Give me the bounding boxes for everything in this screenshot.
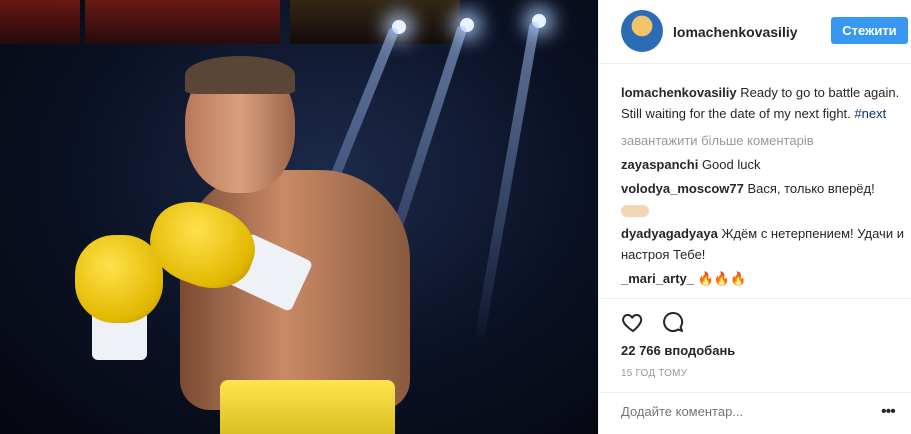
- comment-item: zayaspanchi Good luck: [621, 154, 906, 175]
- yellow-shorts: [220, 380, 395, 434]
- comment-username[interactable]: zayaspanchi: [621, 157, 698, 172]
- comment-username[interactable]: dyadyagadyaya: [621, 226, 718, 241]
- light-beam: [474, 21, 540, 339]
- arena-banner: [290, 0, 460, 44]
- post-timestamp[interactable]: 15 ГОД ТОМУ: [621, 368, 687, 379]
- yellow-glove: [75, 235, 163, 323]
- follow-button[interactable]: Стежити: [831, 17, 908, 44]
- avatar[interactable]: [621, 10, 663, 52]
- post-caption: lomachenkovasiliy Ready to go to battle …: [621, 82, 906, 124]
- comment-username[interactable]: volodya_moscow77: [621, 181, 744, 196]
- comment-username[interactable]: _mari_arty_: [621, 271, 694, 286]
- add-comment-divider: [599, 392, 911, 393]
- comment-item: _mari_arty_ 🔥🔥🔥: [621, 268, 906, 289]
- caption-username[interactable]: lomachenkovasiliy: [621, 85, 737, 100]
- fist-emoji-icon: [621, 204, 649, 217]
- post-side-panel: lomachenkovasiliy Стежити lomachenkovasi…: [598, 0, 911, 434]
- post-header: lomachenkovasiliy Стежити: [599, 0, 911, 64]
- arena-banner: [0, 0, 80, 44]
- comment-item: volodya_moscow77 Вася, только вперёд!: [621, 178, 906, 220]
- comment-icon[interactable]: [661, 310, 685, 334]
- arena-banner: [85, 0, 280, 44]
- actions-divider: [599, 298, 911, 299]
- comment-text: Good luck: [698, 157, 761, 172]
- comments-list: lomachenkovasiliy Ready to go to battle …: [621, 82, 906, 292]
- author-username[interactable]: lomachenkovasiliy: [673, 24, 798, 40]
- hashtag-link[interactable]: #next: [854, 106, 886, 121]
- more-options-icon[interactable]: •••: [881, 404, 896, 420]
- heart-icon[interactable]: [621, 310, 645, 334]
- load-more-comments-link[interactable]: завантажити більше коментарів: [621, 130, 906, 151]
- boxer-hair: [185, 56, 295, 94]
- comment-item: dyadyagadyaya Ждём с нетерпением! Удачи …: [621, 223, 906, 265]
- likes-count[interactable]: 22 766 вподобань: [621, 343, 735, 358]
- post-photo[interactable]: [0, 0, 598, 434]
- comment-text: Вася, только вперёд!: [743, 181, 875, 196]
- comment-text: 🔥🔥🔥: [694, 271, 747, 286]
- add-comment-input[interactable]: [621, 404, 871, 419]
